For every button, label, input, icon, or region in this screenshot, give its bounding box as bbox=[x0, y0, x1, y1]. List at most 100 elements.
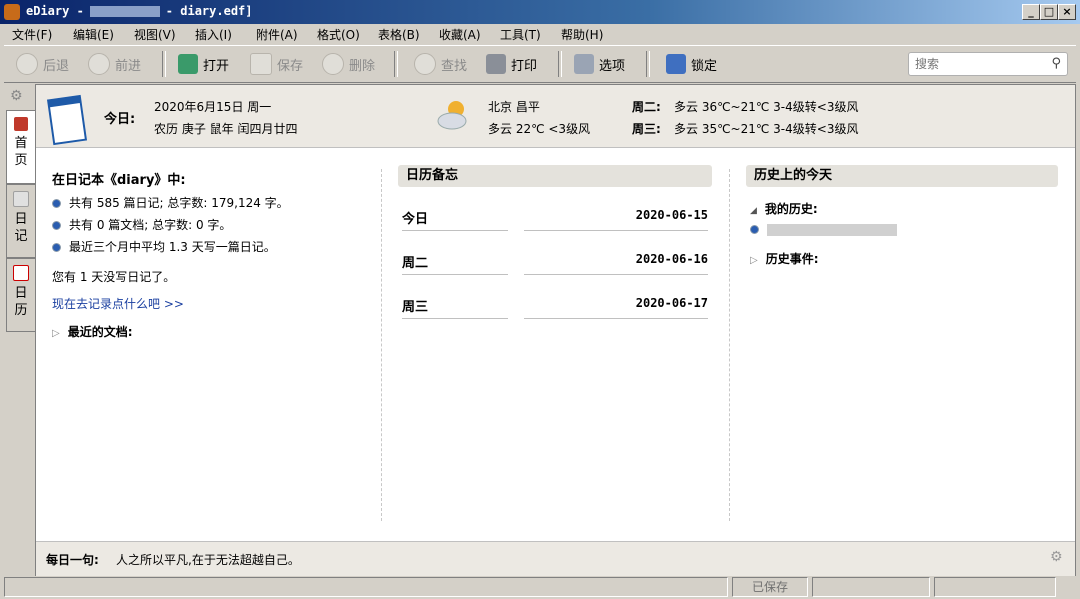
memo-underline bbox=[524, 230, 708, 231]
open-folder-icon bbox=[178, 54, 198, 74]
memo-row[interactable]: 今日 2020-06-15 bbox=[402, 204, 708, 231]
tab-calendar[interactable]: 日历 bbox=[6, 258, 35, 332]
stat-documents-text: 共有 0 篇文档; 总字数: 0 字。 bbox=[69, 218, 232, 232]
stat-entries-text: 共有 585 篇日记; 总字数: 179,124 字。 bbox=[69, 196, 289, 210]
menu-favorites[interactable]: 收藏(A) bbox=[439, 26, 481, 43]
days-since-text: 您有 1 天没写日记了。 bbox=[52, 270, 176, 284]
column-divider bbox=[729, 169, 730, 521]
options-label: 选项 bbox=[599, 58, 626, 74]
forecast-text-1: 多云 36℃~21℃ 3-4级转<3级风 bbox=[674, 100, 859, 114]
forward-button[interactable]: 前进 bbox=[88, 52, 141, 76]
print-label: 打印 bbox=[511, 58, 538, 74]
redacted-filename bbox=[89, 6, 160, 17]
cloudy-weather-icon bbox=[437, 101, 467, 130]
tab-home-label: 首页 bbox=[14, 136, 28, 168]
forecast-text-2: 多云 35℃~21℃ 3-4级转<3级风 bbox=[674, 122, 859, 136]
history-events-toggle[interactable]: ▷ 历史事件: bbox=[750, 250, 819, 267]
status-bar: 已保存 bbox=[0, 576, 1080, 599]
memo-day-label: 周三 bbox=[402, 300, 429, 315]
memo-date: 2020-06-16 bbox=[635, 252, 708, 266]
collapse-triangle-icon: ◢ bbox=[750, 206, 757, 216]
options-button[interactable]: 选项 bbox=[574, 52, 625, 76]
back-button[interactable]: 后退 bbox=[16, 52, 69, 76]
lunar-date: 农历 庚子 鼠年 闰四月廿四 bbox=[154, 122, 298, 136]
resize-grip-icon[interactable] bbox=[1060, 577, 1074, 595]
lock-label: 锁定 bbox=[691, 58, 718, 74]
expand-triangle-icon: ▷ bbox=[750, 255, 758, 266]
menu-tools[interactable]: 工具(T) bbox=[500, 26, 541, 43]
file-name: - diary.edf] bbox=[165, 4, 253, 18]
settings-gear-icon[interactable]: ⚙ bbox=[10, 88, 23, 104]
close-button[interactable]: × bbox=[1058, 4, 1076, 20]
status-cell bbox=[934, 577, 1056, 597]
find-label: 查找 bbox=[441, 58, 468, 74]
memo-underline bbox=[402, 230, 508, 231]
title-bar[interactable]: eDiary - - diary.edf] _ □ × bbox=[0, 0, 1080, 24]
write-now-link[interactable]: 现在去记录点什么吧 >> bbox=[52, 295, 184, 312]
recent-docs-label: 最近的文档: bbox=[67, 325, 133, 339]
save-button[interactable]: 保存 bbox=[250, 52, 303, 76]
menu-bar: 文件(F) 编辑(E) 视图(V) 插入(I) 附件(A) 格式(O) 表格(B… bbox=[0, 24, 1080, 44]
daily-quote-label: 每日一句: bbox=[46, 553, 99, 567]
minimize-button[interactable]: _ bbox=[1022, 4, 1040, 20]
find-magnifier-icon bbox=[414, 53, 436, 75]
menu-file[interactable]: 文件(F) bbox=[12, 26, 52, 43]
memo-day-label: 周二 bbox=[402, 256, 429, 271]
calendar-memo-header: 日历备忘 bbox=[398, 165, 712, 187]
print-button[interactable]: 打印 bbox=[486, 52, 537, 76]
status-cell bbox=[812, 577, 930, 597]
daily-quote-text: 人之所以平凡,在于无法超越自己。 bbox=[116, 553, 300, 567]
forward-label: 前进 bbox=[115, 58, 142, 74]
history-today-header: 历史上的今天 bbox=[746, 165, 1058, 187]
menu-edit[interactable]: 编辑(E) bbox=[73, 26, 114, 43]
menu-help[interactable]: 帮助(H) bbox=[561, 26, 603, 43]
bullet-icon bbox=[52, 199, 61, 208]
menu-attachment[interactable]: 附件(A) bbox=[256, 26, 298, 43]
save-disk-icon bbox=[250, 53, 272, 75]
tab-home[interactable]: 首页 bbox=[6, 110, 35, 184]
back-arrow-icon bbox=[16, 53, 38, 75]
save-status: 已保存 bbox=[732, 577, 808, 597]
calendar-icon bbox=[46, 94, 88, 146]
lock-icon bbox=[666, 54, 686, 74]
search-icon[interactable]: ⚲ bbox=[1051, 56, 1061, 71]
today-header: 今日: 2020年6月15日 周一 农历 庚子 鼠年 闰四月廿四 北京 昌平 多… bbox=[36, 85, 1075, 148]
wrench-icon bbox=[574, 54, 594, 74]
open-button[interactable]: 打开 bbox=[178, 52, 229, 76]
tab-calendar-label: 日历 bbox=[14, 286, 28, 318]
memo-underline bbox=[402, 318, 508, 319]
tab-diary[interactable]: 日记 bbox=[6, 184, 35, 258]
menu-table[interactable]: 表格(B) bbox=[378, 26, 420, 43]
menu-insert[interactable]: 插入(I) bbox=[195, 26, 232, 43]
memo-row[interactable]: 周三 2020-06-17 bbox=[402, 292, 708, 319]
redacted-history-entry bbox=[767, 223, 897, 236]
stat-entries: 共有 585 篇日记; 总字数: 179,124 字。 bbox=[52, 194, 289, 211]
stat-average-text: 最近三个月中平均 1.3 天写一篇日记。 bbox=[69, 240, 276, 254]
open-label: 打开 bbox=[203, 58, 230, 74]
delete-button[interactable]: 删除 bbox=[322, 52, 375, 76]
search-box[interactable]: ⚲ bbox=[908, 52, 1068, 76]
bullet-icon bbox=[52, 243, 61, 252]
find-button[interactable]: 查找 bbox=[414, 52, 467, 76]
menu-view[interactable]: 视图(V) bbox=[134, 26, 176, 43]
menu-format[interactable]: 格式(O) bbox=[317, 26, 360, 43]
toolbar-separator bbox=[646, 51, 650, 77]
memo-underline bbox=[524, 318, 708, 319]
search-input[interactable] bbox=[913, 53, 1037, 75]
notebook-heading: 在日记本《diary》中: bbox=[52, 173, 186, 188]
today-date: 2020年6月15日 周一 bbox=[154, 100, 272, 114]
save-label: 保存 bbox=[277, 58, 304, 74]
app-icon[interactable] bbox=[4, 4, 20, 20]
history-item[interactable] bbox=[750, 222, 897, 236]
lock-button[interactable]: 锁定 bbox=[666, 52, 717, 76]
settings-gear-icon[interactable]: ⚙ bbox=[1050, 549, 1063, 565]
daily-quote-bar: 每日一句: 人之所以平凡,在于无法超越自己。 ⚙ bbox=[36, 541, 1075, 576]
memo-row[interactable]: 周二 2020-06-16 bbox=[402, 248, 708, 275]
history-events-label: 历史事件: bbox=[765, 252, 819, 266]
my-history-label: 我的历史: bbox=[764, 202, 818, 216]
status-cell-main bbox=[4, 577, 728, 597]
maximize-button[interactable]: □ bbox=[1040, 4, 1058, 20]
my-history-toggle[interactable]: ◢ 我的历史: bbox=[750, 200, 818, 217]
bullet-icon bbox=[52, 221, 61, 230]
recent-docs-toggle[interactable]: ▷ 最近的文档: bbox=[52, 323, 133, 340]
